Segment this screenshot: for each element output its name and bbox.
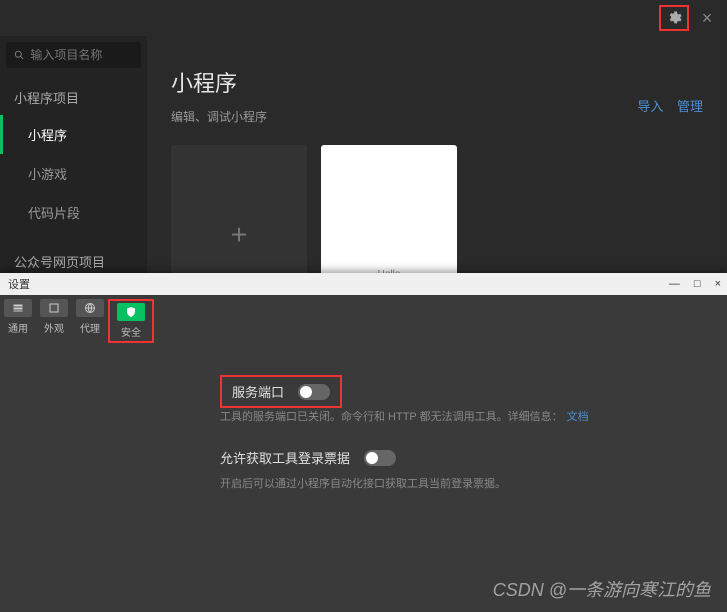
maximize-button[interactable]: □ <box>694 278 701 290</box>
service-port-toggle[interactable] <box>298 384 330 400</box>
ticket-label: 允许获取工具登录票据 <box>220 448 350 467</box>
settings-window: 设置 — □ × 通用 外观 代理 安全 服务端口 <box>0 273 727 612</box>
nav-item-snippet[interactable]: 代码片段 <box>0 193 147 232</box>
service-port-desc: 工具的服务端口已关闭。命令行和 HTTP 都无法调用工具。详细信息：文档 <box>220 408 687 424</box>
security-tab-highlight: 安全 <box>108 299 154 343</box>
close-icon[interactable]: × <box>697 8 717 28</box>
proxy-icon <box>84 302 96 314</box>
page-subtitle: 编辑、调试小程序 <box>171 108 703 125</box>
tab-proxy[interactable]: 代理 <box>72 299 108 343</box>
service-port-label: 服务端口 <box>232 382 284 401</box>
gear-highlight <box>659 5 689 31</box>
ticket-desc: 开启后可以通过小程序自动化接口获取工具当前登录票据。 <box>220 475 687 491</box>
appearance-icon <box>48 302 60 314</box>
tab-security[interactable]: 安全 <box>113 303 149 339</box>
nav-item-minigame[interactable]: 小游戏 <box>0 154 147 193</box>
search-input[interactable] <box>30 48 133 62</box>
doc-link[interactable]: 文档 <box>567 411 589 423</box>
search-icon <box>14 49 24 61</box>
nav-item-miniprogram[interactable]: 小程序 <box>0 115 147 154</box>
settings-titlebar: 设置 — □ × <box>0 273 727 295</box>
settings-title: 设置 <box>8 276 30 292</box>
gear-icon[interactable] <box>666 10 682 26</box>
import-link[interactable]: 导入 <box>637 99 663 114</box>
shield-icon <box>125 306 137 318</box>
general-icon <box>12 302 24 314</box>
plus-icon: + <box>231 219 247 251</box>
service-port-highlight: 服务端口 <box>220 375 342 408</box>
page-title: 小程序 <box>171 66 703 98</box>
minimize-button[interactable]: — <box>669 278 680 290</box>
tab-general[interactable]: 通用 <box>0 299 36 343</box>
nav-header-miniprogram: 小程序项目 <box>0 80 147 115</box>
settings-tabs: 通用 外观 代理 安全 <box>0 295 727 345</box>
ticket-toggle[interactable] <box>364 450 396 466</box>
search-box[interactable] <box>6 42 141 68</box>
tab-appearance[interactable]: 外观 <box>36 299 72 343</box>
close-button[interactable]: × <box>715 278 721 290</box>
manage-link[interactable]: 管理 <box>677 99 703 114</box>
page-actions: 导入 管理 <box>627 96 703 115</box>
